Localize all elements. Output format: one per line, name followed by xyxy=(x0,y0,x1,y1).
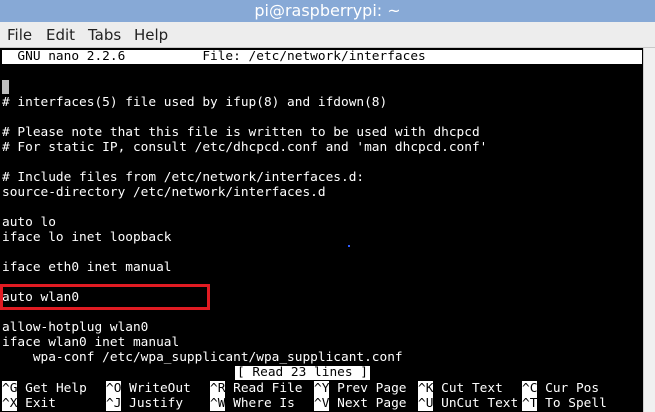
shortcut-label: Cut Text xyxy=(441,381,503,396)
shortcut-label: Prev Page xyxy=(337,381,407,396)
shortcut-key: ^X xyxy=(2,396,18,411)
shortcut-exit[interactable]: ^X Exit xyxy=(2,396,56,411)
shortcut-key: ^K xyxy=(418,381,434,396)
shortcut-uncut-text[interactable]: ^U UnCut Text xyxy=(418,396,518,411)
shortcut-label: Cur Pos xyxy=(545,381,600,396)
shortcut-label: Exit xyxy=(25,396,56,411)
shortcut-cur-pos[interactable]: ^C Cur Pos xyxy=(522,381,599,396)
menu-tabs[interactable]: Tabs xyxy=(88,26,121,44)
highlight-box xyxy=(0,284,210,310)
file-line[interactable]: # Include files from /etc/network/interf… xyxy=(2,170,364,185)
shortcut-label: Next Page xyxy=(337,396,407,411)
stray-pixel xyxy=(348,245,350,247)
status-message: [ Read 23 lines ] xyxy=(235,365,370,380)
file-line[interactable]: # Please note that this file is written … xyxy=(2,125,480,140)
shortcut-label: Get Help xyxy=(25,381,87,396)
file-line[interactable]: iface wlan0 inet manual xyxy=(2,335,179,350)
shortcut-key: ^Y xyxy=(314,381,330,396)
file-line[interactable]: # For static IP, consult /etc/dhcpcd.con… xyxy=(2,140,487,155)
shortcut-key: ^V xyxy=(314,396,330,411)
window-title: pi@raspberrypi: ~ xyxy=(0,0,655,22)
shortcut-next-page[interactable]: ^V Next Page xyxy=(314,396,406,411)
file-line[interactable]: allow-hotplug wlan0 xyxy=(2,320,148,335)
shortcut-read-file[interactable]: ^R Read File xyxy=(210,381,302,396)
menu-help[interactable]: Help xyxy=(134,26,168,44)
file-line[interactable]: wpa-conf /etc/wpa_supplicant/wpa_supplic… xyxy=(2,350,403,365)
shortcut-label: WriteOut xyxy=(129,381,191,396)
file-line[interactable]: iface lo inet loopback xyxy=(2,230,172,245)
text-cursor xyxy=(2,80,9,94)
menu-edit[interactable]: Edit xyxy=(46,26,75,44)
file-line[interactable]: source-directory /etc/network/interfaces… xyxy=(2,185,326,200)
shortcut-key: ^U xyxy=(418,396,434,411)
shortcut-key: ^T xyxy=(522,396,538,411)
menu-file[interactable]: File xyxy=(7,26,32,44)
shortcut-label: Where Is xyxy=(233,396,295,411)
shortcut-key: ^G xyxy=(2,381,18,396)
shortcut-to-spell[interactable]: ^T To Spell xyxy=(522,396,607,411)
shortcut-key: ^O xyxy=(106,381,122,396)
shortcut-key: ^J xyxy=(106,396,122,411)
terminal-area[interactable]: GNU nano 2.2.6 File: /etc/network/interf… xyxy=(0,48,643,412)
scrollbar[interactable] xyxy=(643,48,655,412)
shortcut-get-help[interactable]: ^G Get Help xyxy=(2,381,87,396)
shortcut-key: ^R xyxy=(210,381,226,396)
shortcut-key: ^C xyxy=(522,381,538,396)
shortcut-label: Read File xyxy=(233,381,303,396)
shortcut-justify[interactable]: ^J Justify xyxy=(106,396,183,411)
shortcut-label: UnCut Text xyxy=(441,396,519,411)
shortcut-writeout[interactable]: ^O WriteOut xyxy=(106,381,191,396)
shortcut-key: ^W xyxy=(210,396,226,411)
shortcut-label: To Spell xyxy=(545,396,607,411)
shortcut-label: Justify xyxy=(129,396,184,411)
file-line[interactable]: # interfaces(5) file used by ifup(8) and… xyxy=(2,95,387,110)
file-line[interactable]: auto lo xyxy=(2,215,56,230)
shortcut-where-is[interactable]: ^W Where Is xyxy=(210,396,295,411)
shortcut-cut-text[interactable]: ^K Cut Text xyxy=(418,381,503,396)
nano-header: GNU nano 2.2.6 File: /etc/network/interf… xyxy=(2,50,642,64)
shortcut-prev-page[interactable]: ^Y Prev Page xyxy=(314,381,406,396)
menu-bar: File Edit Tabs Help xyxy=(0,22,655,48)
file-line[interactable]: iface eth0 inet manual xyxy=(2,260,172,275)
